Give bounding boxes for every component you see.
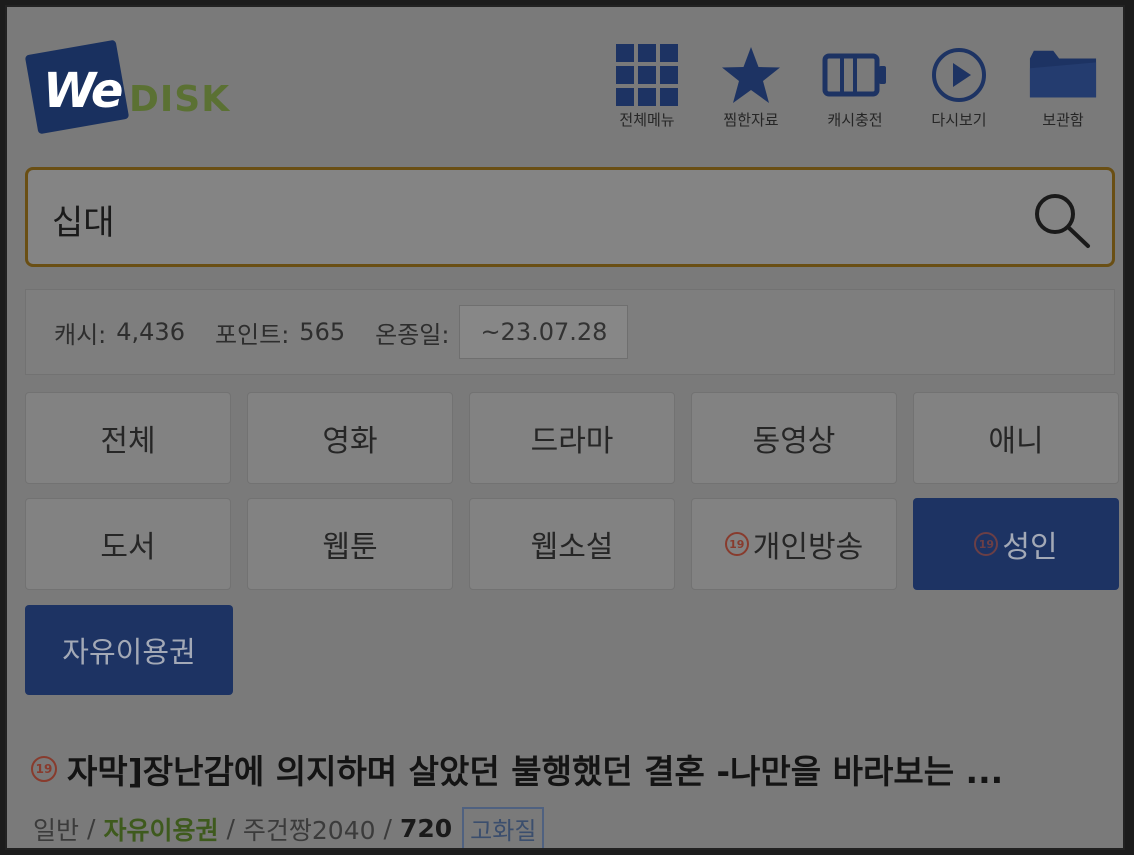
category-grid: 전체 영화 드라마 동영상 애니 도서 웹툰 웹소설 19 개인방송 19 성인 [25, 392, 1121, 590]
category-label: 전체 [100, 424, 156, 459]
nav-cash-charge[interactable]: 캐시충전 [803, 43, 907, 130]
account-info-bar: 캐시: 4,436 포인트: 565 온종일: ~23.07.28 [25, 289, 1115, 375]
age-19-icon: 19 [724, 532, 749, 556]
nav-replay-label: 다시보기 [931, 111, 987, 129]
category-anime[interactable]: 애니 [913, 392, 1119, 484]
free-pass-label: 자유이용권 [62, 635, 196, 669]
result-type: 일반 [33, 815, 80, 845]
term-value: ~23.07.28 [459, 305, 629, 359]
search-button[interactable] [1030, 190, 1094, 250]
nav-storage-label: 보관함 [1042, 111, 1084, 129]
folder-icon [1028, 43, 1098, 107]
category-label: 웹툰 [322, 530, 378, 565]
category-label: 애니 [988, 424, 1044, 459]
category-label: 도서 [100, 530, 156, 565]
nav-all-menu[interactable]: 전체메뉴 [595, 43, 699, 130]
search-box [25, 167, 1115, 267]
nav-favorites[interactable]: 찜한자료 [699, 43, 803, 130]
age-19-icon: 19 [31, 756, 57, 782]
app-screen: We DISK 전체메뉴 찜한자료 캐시충전 다시보기 보관함 십대 캐시: 4… [5, 5, 1125, 850]
category-label: 개인방송 [752, 530, 864, 565]
star-icon [716, 43, 786, 107]
search-input[interactable] [50, 194, 954, 244]
quality-badge: 고화질 [462, 807, 545, 848]
category-label: 웹소설 [530, 530, 614, 565]
category-personal-broadcast[interactable]: 19 개인방송 [691, 498, 897, 590]
logo-disk-text: DISK [129, 79, 231, 120]
age-19-icon: 19 [974, 532, 999, 556]
nav-cash-charge-label: 캐시충전 [827, 111, 883, 129]
point-label: 포인트: [214, 320, 290, 349]
free-pass-button[interactable]: 자유이용권 [25, 605, 233, 695]
wedisk-logo[interactable]: We DISK [24, 37, 285, 147]
logo-we-text: We [43, 63, 123, 119]
category-label: 드라마 [530, 424, 614, 459]
category-books[interactable]: 도서 [25, 498, 231, 590]
category-label: 성인 [1002, 530, 1058, 565]
result-title[interactable]: 19 자막]장난감에 의지하며 살았던 불행했던 결혼 -나만을 바라보는 ..… [31, 745, 1111, 793]
category-adult[interactable]: 19 성인 [913, 498, 1119, 590]
category-drama[interactable]: 드라마 [469, 392, 675, 484]
category-label: 영화 [322, 424, 378, 459]
result-count: 720 [399, 814, 453, 843]
result-title-text: 자막]장난감에 의지하며 살았던 불행했던 결혼 -나만을 바라보는 ... [67, 752, 1004, 791]
battery-icon [820, 43, 890, 107]
top-nav: 전체메뉴 찜한자료 캐시충전 다시보기 보관함 [595, 43, 1115, 130]
meta-separator: / [226, 814, 235, 843]
search-icon [1035, 194, 1090, 248]
category-movie[interactable]: 영화 [247, 392, 453, 484]
category-label: 동영상 [752, 424, 836, 459]
category-webtoon[interactable]: 웹툰 [247, 498, 453, 590]
category-all[interactable]: 전체 [25, 392, 231, 484]
result-uploader[interactable]: 주건짱2040 [243, 811, 376, 847]
category-webnovel[interactable]: 웹소설 [469, 498, 675, 590]
nav-storage[interactable]: 보관함 [1011, 43, 1115, 130]
nav-replay[interactable]: 다시보기 [907, 43, 1011, 130]
play-icon [924, 43, 994, 107]
meta-separator: / [87, 814, 96, 843]
cash-value: 4,436 [116, 318, 185, 346]
nav-favorites-label: 찜한자료 [723, 111, 779, 129]
meta-separator: / [383, 814, 392, 843]
point-value: 565 [299, 318, 346, 346]
nav-all-menu-label: 전체메뉴 [619, 111, 675, 129]
result-pass: 자유이용권 [103, 815, 219, 845]
term-label: 온종일: [375, 320, 450, 349]
cash-label: 캐시: [54, 320, 107, 349]
result-meta: 일반 / 자유이용권 / 주건짱2040 / 720 고화질 [33, 807, 545, 848]
grid-icon [612, 43, 682, 107]
category-video[interactable]: 동영상 [691, 392, 897, 484]
